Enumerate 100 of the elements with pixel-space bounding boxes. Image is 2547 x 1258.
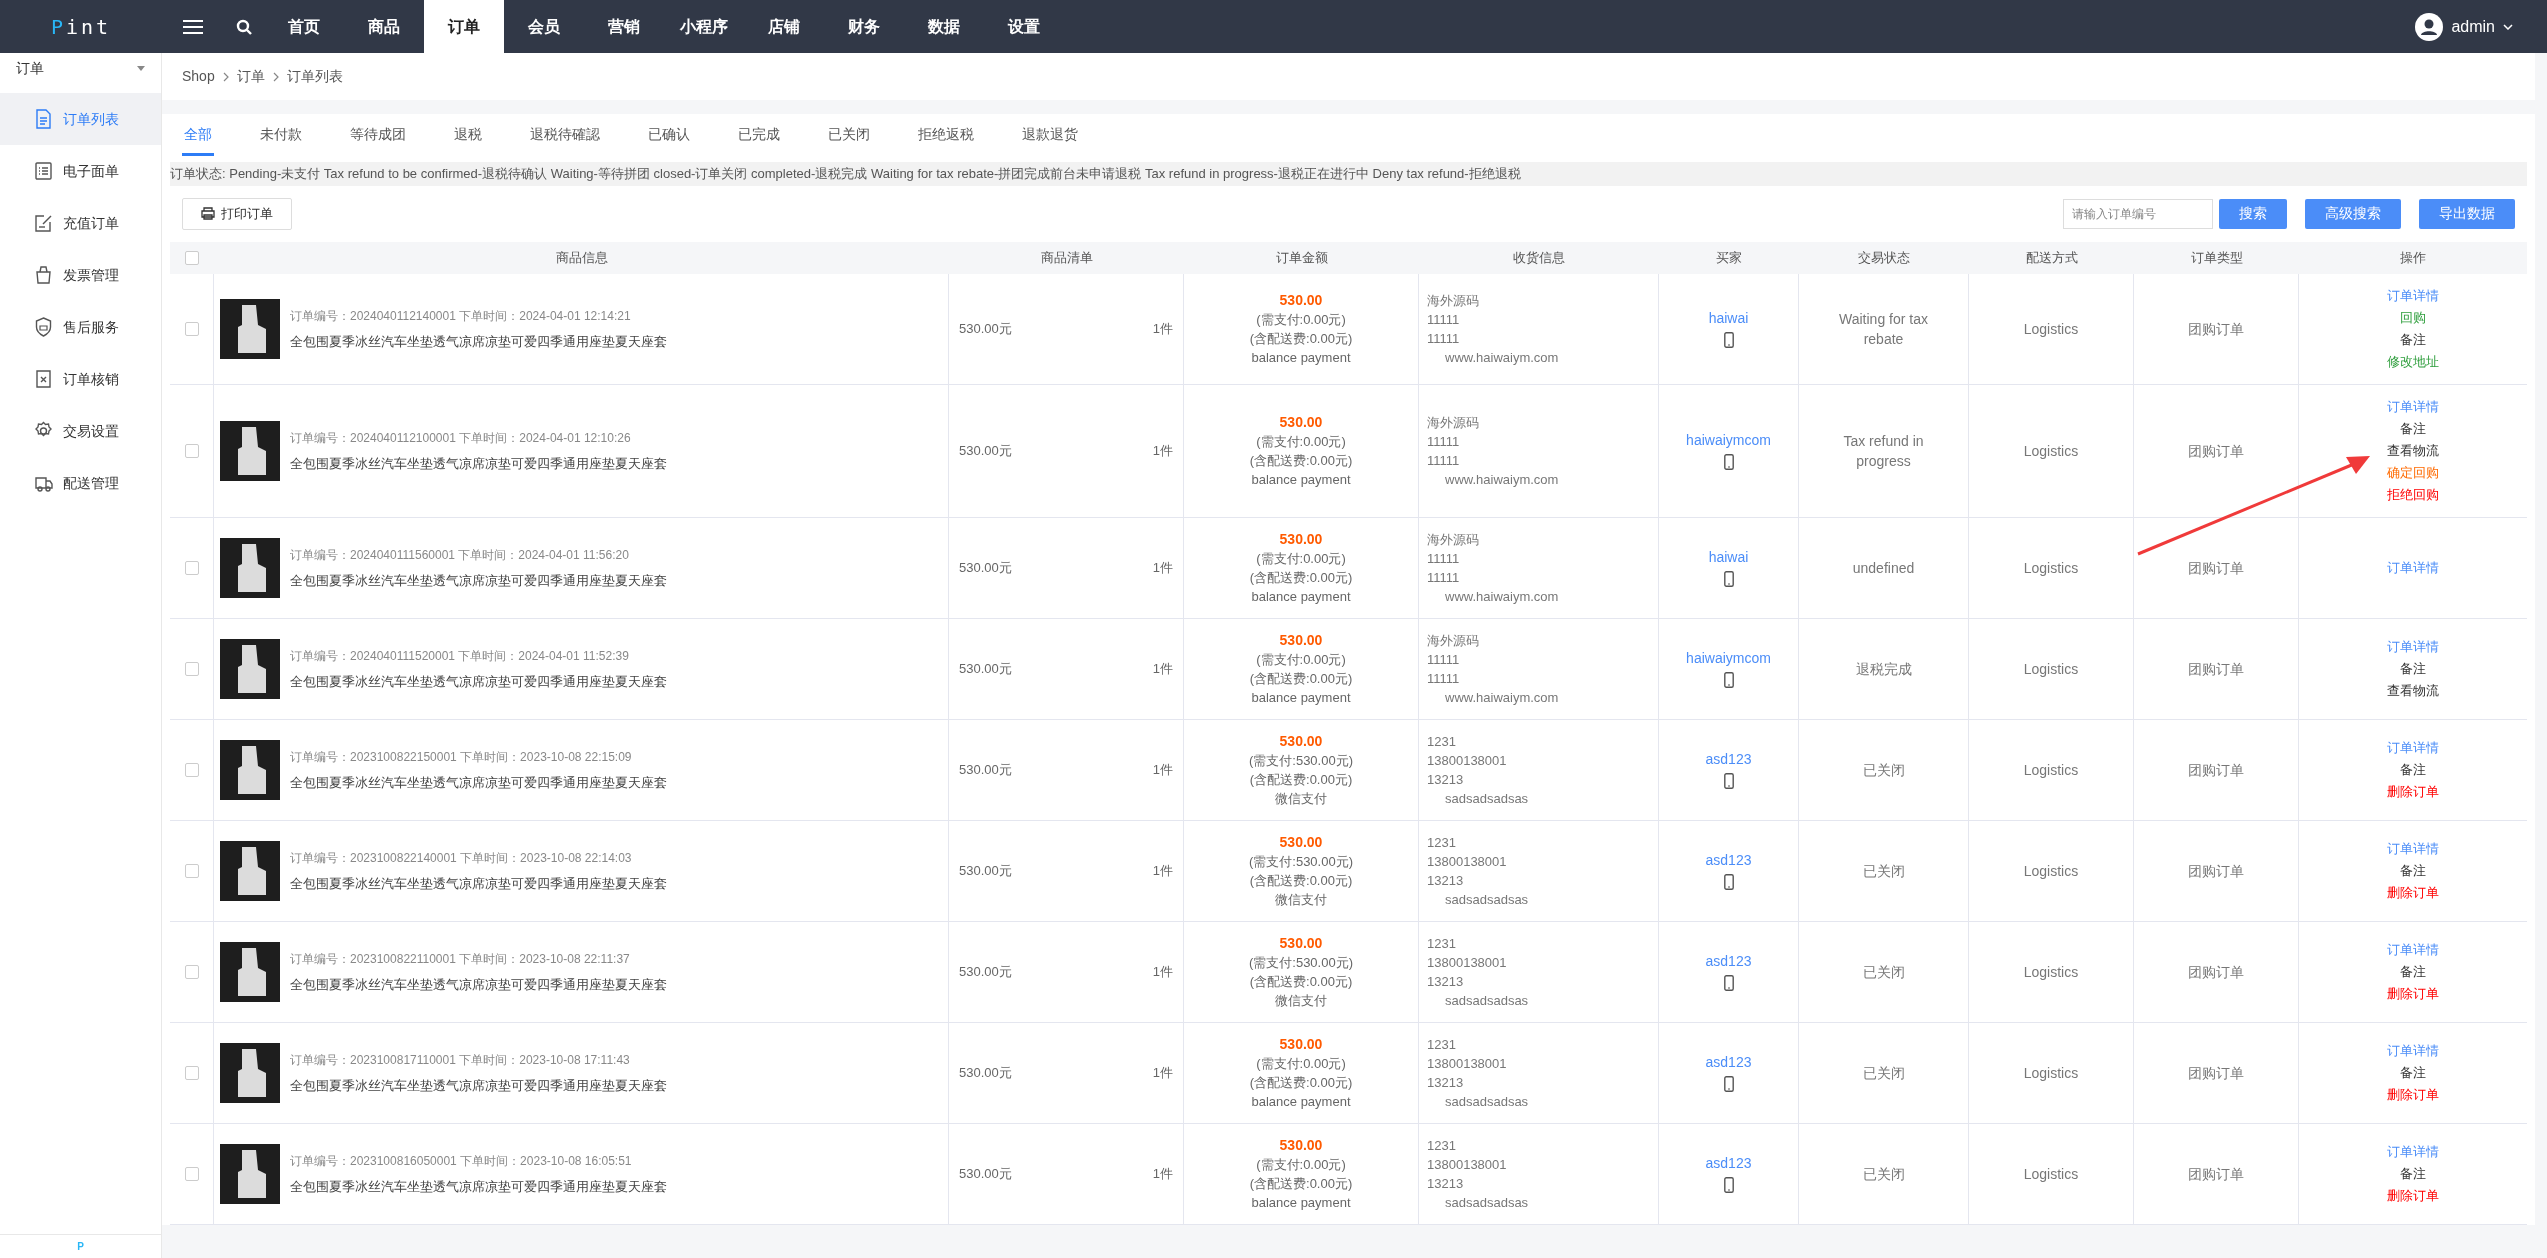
address-line: 13213 xyxy=(1427,972,1465,991)
search-field[interactable]: 请输入订单编号 xyxy=(2063,198,2213,229)
checkbox[interactable] xyxy=(184,661,199,676)
filter-tab[interactable]: 拒绝返税 xyxy=(916,124,976,156)
checkbox[interactable] xyxy=(184,863,199,878)
print-button[interactable]: 打印订单 xyxy=(182,197,292,230)
product-photo-placeholder xyxy=(220,420,280,481)
order-amount: 530.00 xyxy=(1279,1034,1323,1054)
action-link[interactable]: 查看物流 xyxy=(2387,680,2439,701)
address-line: 海外源码 xyxy=(1427,413,1480,432)
filter-tab[interactable]: 已关闭 xyxy=(826,124,872,156)
action-link[interactable]: 备注 xyxy=(2400,658,2426,679)
checkbox[interactable] xyxy=(184,762,199,777)
order-type: 团购订单 xyxy=(2188,760,2244,780)
sidebar-item[interactable]: 充值订单 xyxy=(0,197,161,249)
sidebar-item[interactable]: 电子面单 xyxy=(0,145,161,197)
checkbox[interactable] xyxy=(184,443,199,458)
sidebar-item[interactable]: 配送管理 xyxy=(0,457,161,509)
chevron-right-icon xyxy=(272,71,279,82)
menu-icon xyxy=(182,18,204,35)
address-line: 13213 xyxy=(1427,770,1465,789)
chevron-right-icon xyxy=(222,71,229,82)
action-link[interactable]: 删除订单 xyxy=(2387,1185,2439,1206)
order-type: 团购订单 xyxy=(2188,1164,2244,1184)
price: 530.00元 xyxy=(959,660,1012,678)
column-header: 交易状态 xyxy=(1858,248,1910,267)
order-meta: 订单编号：2023100817110001 下单时间：2023-10-08 17:11:43 xyxy=(290,1051,631,1069)
checkbox[interactable] xyxy=(184,964,199,979)
sidebar-item[interactable]: 发票管理 xyxy=(0,249,161,301)
action-link[interactable]: 备注 xyxy=(2400,860,2426,881)
quantity: 1件 xyxy=(1152,761,1173,779)
nav-tab[interactable]: 订单 xyxy=(424,0,504,53)
delivery-method: Logistics xyxy=(2023,1063,2079,1083)
price: 530.00元 xyxy=(959,559,1012,577)
action-link[interactable]: 删除订单 xyxy=(2387,1084,2439,1105)
user-name[interactable]: admin xyxy=(2451,14,2495,39)
address-line: 海外源码 xyxy=(1427,530,1480,549)
action-link[interactable]: 备注 xyxy=(2400,418,2426,439)
order-amount: 530.00 xyxy=(1279,529,1323,549)
amount-detail: (含配送费:0.00元) xyxy=(1249,972,1353,991)
action-link[interactable]: 删除订单 xyxy=(2387,781,2439,802)
delivery-method: Logistics xyxy=(2023,319,2079,339)
nav-tab[interactable]: 数据 xyxy=(904,0,984,53)
filter-tab[interactable]: 退税待確認 xyxy=(528,124,602,156)
amount-detail: (含配送费:0.00元) xyxy=(1249,568,1353,587)
breadcrumb-item[interactable]: 订单列表 xyxy=(286,66,343,87)
order-amount: 530.00 xyxy=(1279,290,1323,310)
filter-tab[interactable]: 等待成团 xyxy=(348,124,408,156)
nav-tab[interactable]: 设置 xyxy=(984,0,1064,53)
order-meta: 订单编号：2024040112100001 下单时间：2024-04-01 12:10:26 xyxy=(290,429,632,447)
product-photo-placeholder xyxy=(220,1143,280,1204)
trade-status: 已关闭 xyxy=(1862,1063,1905,1083)
breadcrumb-item[interactable]: Shop xyxy=(182,66,215,87)
amount-detail: (需支付:0.00元) xyxy=(1256,432,1346,451)
sidebar-item[interactable]: 订单核销 xyxy=(0,353,161,405)
address-line: 13213 xyxy=(1427,1073,1465,1092)
address-line: 11111 xyxy=(1427,669,1461,688)
caret-down-icon xyxy=(137,65,145,71)
action-link[interactable]: 删除订单 xyxy=(2387,882,2439,903)
action-link[interactable]: 拒绝回购 xyxy=(2387,484,2439,505)
action-link[interactable]: 删除订单 xyxy=(2387,983,2439,1004)
action-link[interactable]: 备注 xyxy=(2400,1163,2426,1184)
amount-detail: 微信支付 xyxy=(1275,890,1327,909)
address-detail: www.haiwaiym.com xyxy=(1444,688,1560,707)
action-link[interactable]: 备注 xyxy=(2400,759,2426,780)
printer-icon xyxy=(201,207,215,220)
sidebar-item[interactable]: 交易设置 xyxy=(0,405,161,457)
nav-tab[interactable]: 商品 xyxy=(344,0,424,53)
nav-tab[interactable]: 店铺 xyxy=(744,0,824,53)
filter-tab[interactable]: 已完成 xyxy=(736,124,782,156)
breadcrumb-item[interactable]: 订单 xyxy=(236,66,265,87)
filter-tab[interactable]: 已确认 xyxy=(646,124,692,156)
checkbox[interactable] xyxy=(184,1065,199,1080)
nav-tab[interactable]: 首页 xyxy=(264,0,344,53)
price: 530.00元 xyxy=(959,442,1012,460)
action-link[interactable]: 备注 xyxy=(2400,961,2426,982)
nav-tab[interactable]: 财务 xyxy=(824,0,904,53)
checkbox[interactable] xyxy=(184,560,199,575)
order-amount: 530.00 xyxy=(1279,630,1323,650)
nav-tab[interactable]: 小程序 xyxy=(664,0,744,53)
filter-tab[interactable]: 退款退货 xyxy=(1020,124,1080,156)
action-link[interactable]: 查看物流 xyxy=(2387,440,2439,461)
nav-tab[interactable]: 会员 xyxy=(504,0,584,53)
order-type: 团购订单 xyxy=(2188,319,2244,339)
filter-tab[interactable]: 全部 xyxy=(182,124,214,156)
action-link[interactable]: 回购 xyxy=(2400,307,2426,328)
amount-detail: (需支付:530.00元) xyxy=(1248,852,1353,871)
action-link[interactable]: 备注 xyxy=(2400,329,2426,350)
sidebar-item[interactable]: 售后服务 xyxy=(0,301,161,353)
checkbox[interactable] xyxy=(185,250,199,265)
checkbox[interactable] xyxy=(184,321,199,336)
nav-tab[interactable]: 营销 xyxy=(584,0,664,53)
order-meta: 订单编号：2023100822150001 下单时间：2023-10-08 22:15:09 xyxy=(290,748,633,766)
action-link[interactable]: 备注 xyxy=(2400,1062,2426,1083)
filter-tab[interactable]: 退税 xyxy=(452,124,484,156)
price: 530.00元 xyxy=(959,320,1012,338)
sidebar-item[interactable]: 订单列表 xyxy=(0,93,161,145)
checkbox[interactable] xyxy=(184,1166,199,1181)
action-link[interactable]: 修改地址 xyxy=(2387,351,2439,372)
filter-tab[interactable]: 未付款 xyxy=(258,124,304,156)
